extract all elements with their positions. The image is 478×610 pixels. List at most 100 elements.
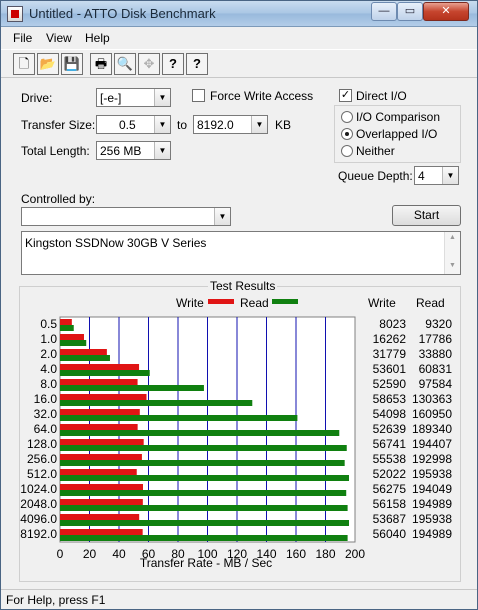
radio-io-comparison[interactable]: [341, 111, 353, 123]
read-bar: [60, 415, 298, 421]
save-icon[interactable]: 💾: [61, 53, 83, 75]
y-tick-label: 1.0: [40, 332, 57, 346]
read-value: 195938: [412, 512, 452, 526]
read-value: 33880: [419, 347, 453, 361]
kb-unit-label: KB: [275, 118, 292, 132]
write-bar: [60, 394, 147, 400]
chevron-down-icon[interactable]: ▼: [251, 116, 267, 133]
title-bar[interactable]: Untitled - ATTO Disk Benchmark — ▭ ✕: [1, 1, 477, 27]
print-preview-icon[interactable]: 🔍: [114, 53, 136, 75]
direct-io-checkbox[interactable]: ✓: [339, 89, 352, 102]
y-tick-label: 256.0: [27, 452, 57, 466]
read-value: 160950: [412, 407, 452, 421]
write-bar: [60, 469, 137, 475]
legend-read-swatch: [272, 299, 298, 304]
force-write-checkbox[interactable]: [192, 89, 205, 102]
write-value: 52022: [373, 467, 407, 481]
y-tick-label: 0.5: [40, 317, 57, 331]
legend-write-swatch: [208, 299, 234, 304]
read-bar: [60, 430, 340, 436]
x-tick-label: 180: [315, 547, 335, 561]
transfer-size-label: Transfer Size:: [21, 118, 96, 132]
x-tick-label: 40: [112, 547, 126, 561]
write-bar: [60, 334, 84, 340]
app-icon: [7, 6, 23, 22]
write-bar: [60, 364, 140, 370]
print-icon[interactable]: 🖶: [90, 53, 112, 75]
chevron-down-icon[interactable]: ▼: [442, 167, 458, 184]
read-bar: [60, 340, 87, 346]
x-tick-label: 0: [57, 547, 64, 561]
read-value: 60831: [419, 362, 453, 376]
y-tick-label: 8192.0: [20, 527, 57, 541]
queue-depth-label: Queue Depth:: [338, 169, 413, 183]
write-value: 16262: [373, 332, 407, 346]
menu-bar: File View Help: [1, 28, 477, 48]
read-value: 192998: [412, 452, 452, 466]
read-bar: [60, 535, 348, 541]
chevron-down-icon[interactable]: ▼: [154, 142, 170, 159]
write-value: 56040: [373, 527, 407, 541]
new-icon[interactable]: 🗋: [13, 53, 35, 75]
open-icon[interactable]: 📂: [37, 53, 59, 75]
write-value: 55538: [373, 452, 407, 466]
menu-view[interactable]: View: [46, 31, 72, 45]
write-value: 53601: [373, 362, 407, 376]
minimize-button[interactable]: —: [371, 2, 397, 21]
neither-label: Neither: [356, 144, 395, 158]
read-bar: [60, 385, 204, 391]
help-icon[interactable]: ?: [162, 53, 184, 75]
chevron-down-icon[interactable]: ▼: [214, 208, 230, 225]
read-bar: [60, 460, 345, 466]
to-label: to: [177, 118, 188, 132]
write-bar: [60, 499, 143, 505]
transfer-to-select[interactable]: 8192.0 ▼: [193, 115, 268, 134]
y-tick-label: 16.0: [34, 392, 58, 406]
write-value: 52590: [373, 377, 407, 391]
queue-depth-select[interactable]: 4 ▼: [414, 166, 459, 185]
chevron-down-icon[interactable]: ▼: [154, 89, 170, 106]
description-text: Kingston SSDNow 30GB V Series: [25, 236, 207, 250]
close-button[interactable]: ✕: [423, 2, 469, 21]
write-value: 58653: [373, 392, 407, 406]
read-bar: [60, 400, 253, 406]
app-window: Untitled - ATTO Disk Benchmark — ▭ ✕ Fil…: [0, 0, 478, 610]
move-icon[interactable]: ✥: [138, 53, 160, 75]
transfer-from-select[interactable]: 0.5 ▼: [96, 115, 171, 134]
read-value: 195938: [412, 467, 452, 481]
queue-depth-value: 4: [418, 169, 425, 183]
window-title: Untitled - ATTO Disk Benchmark: [29, 6, 216, 21]
chevron-down-icon[interactable]: ▼: [154, 116, 170, 133]
force-write-label: Force Write Access: [210, 89, 314, 103]
write-value: 56275: [373, 482, 407, 496]
write-value: 56741: [373, 437, 407, 451]
context-help-icon[interactable]: ?: [186, 53, 208, 75]
menu-file[interactable]: File: [13, 31, 32, 45]
x-tick-label: 120: [227, 547, 247, 561]
write-bar: [60, 349, 107, 355]
write-bar: [60, 379, 138, 385]
write-bar: [60, 529, 143, 535]
radio-neither[interactable]: [341, 145, 353, 157]
scroll-down-icon[interactable]: ▼: [449, 262, 456, 269]
total-length-label: Total Length:: [21, 144, 90, 158]
read-value: 189340: [412, 422, 452, 436]
controlled-by-label: Controlled by:: [21, 192, 96, 206]
y-tick-label: 4096.0: [20, 512, 57, 526]
drive-select[interactable]: [-e-] ▼: [96, 88, 171, 107]
menu-help[interactable]: Help: [85, 31, 110, 45]
description-textarea[interactable]: Kingston SSDNow 30GB V Series ▲ ▼: [21, 231, 461, 275]
radio-overlapped-io[interactable]: [341, 128, 353, 140]
read-value: 194989: [412, 497, 452, 511]
scroll-up-icon[interactable]: ▲: [449, 234, 456, 241]
read-bar: [60, 370, 150, 376]
write-bar: [60, 319, 72, 325]
maximize-button[interactable]: ▭: [397, 2, 423, 21]
start-button[interactable]: Start: [392, 205, 461, 226]
controlled-by-select[interactable]: ▼: [21, 207, 231, 226]
read-bar: [60, 490, 347, 496]
read-value: 17786: [419, 332, 453, 346]
total-length-select[interactable]: 256 MB ▼: [96, 141, 171, 160]
y-tick-label: 2.0: [40, 347, 57, 361]
textarea-scrollbar[interactable]: ▲ ▼: [444, 232, 460, 274]
